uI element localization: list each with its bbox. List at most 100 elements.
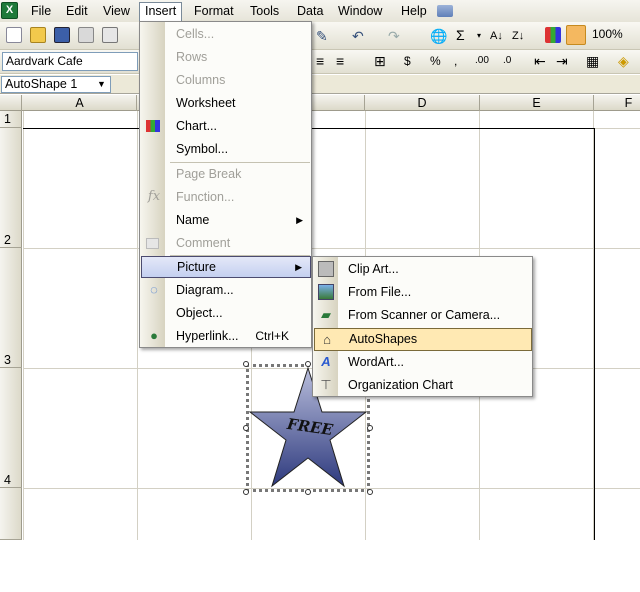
standard-toolbar: ✎ ↶ ↷ 🌐 Σ ▾ A↓ Z↓ 100% [0, 22, 640, 50]
function-icon: fx [147, 189, 161, 204]
menu-window[interactable]: Window [333, 2, 387, 20]
menu-item-label: From Scanner or Camera... [348, 308, 501, 322]
menu-file[interactable]: File [26, 2, 56, 20]
align-center-icon[interactable]: ≡ [316, 53, 324, 69]
submenu-item-clip-art[interactable]: Clip Art... [314, 258, 532, 281]
scanner-icon: ▰ [321, 307, 331, 322]
print-icon[interactable] [102, 27, 118, 43]
submenu-arrow-icon: ▶ [295, 262, 302, 272]
permission-icon[interactable] [78, 27, 94, 43]
open-folder-icon[interactable] [30, 27, 46, 43]
drawing-toolbar-icon[interactable] [566, 25, 586, 45]
decrease-indent-icon[interactable]: ⇤ [534, 53, 546, 69]
org-chart-icon: ⊤ [320, 377, 332, 392]
submenu-item-autoshapes[interactable]: ⌂ AutoShapes [314, 328, 532, 351]
menu-item-object[interactable]: Object... [141, 302, 311, 324]
menu-item-label: Hyperlink... [176, 329, 239, 343]
wordart-icon: A [321, 354, 331, 369]
row-header-5[interactable] [0, 488, 22, 540]
menu-item-label: Worksheet [176, 96, 236, 110]
menu-item-symbol[interactable]: Symbol... [141, 138, 311, 160]
comma-style-icon[interactable]: , [454, 53, 457, 69]
resize-handle[interactable] [305, 489, 311, 495]
font-name-box[interactable]: Aardvark Cafe [2, 52, 138, 71]
column-header-d[interactable]: D [365, 95, 480, 111]
resize-handle[interactable] [367, 425, 373, 431]
menu-item-label: Page Break [176, 167, 242, 181]
column-headers: A B C D E F [0, 95, 640, 111]
menu-item-hyperlink[interactable]: ● Hyperlink... Ctrl+K [141, 325, 311, 347]
submenu-item-scanner[interactable]: ▰ From Scanner or Camera... [314, 304, 532, 327]
column-header-f[interactable]: F [594, 95, 640, 111]
merge-center-icon[interactable]: ⊞ [374, 53, 386, 69]
help-assistant-icon[interactable] [437, 5, 453, 17]
menu-item-label: Chart... [176, 119, 217, 133]
zoom-box[interactable]: 100% [590, 26, 638, 45]
menu-item-columns[interactable]: Columns [141, 69, 311, 91]
align-right-icon[interactable]: ≡ [336, 53, 344, 69]
format-painter-icon[interactable]: ✎ [316, 28, 328, 44]
sort-descending-icon[interactable]: Z↓ [512, 28, 524, 44]
fill-color-icon[interactable]: ◈ [618, 53, 629, 69]
select-all-corner[interactable] [0, 95, 22, 111]
menu-item-cells[interactable]: Cells... [141, 23, 311, 45]
menu-data[interactable]: Data [292, 2, 328, 20]
submenu-item-wordart[interactable]: A WordArt... [314, 351, 532, 374]
row-header-2[interactable]: 2 [0, 128, 22, 248]
menu-tools[interactable]: Tools [245, 2, 284, 20]
row-header-3[interactable]: 3 [0, 248, 22, 368]
new-document-icon[interactable] [6, 27, 22, 43]
menu-format[interactable]: Format [189, 2, 239, 20]
menu-insert[interactable]: Insert [139, 2, 183, 22]
resize-handle[interactable] [243, 361, 249, 367]
menu-view[interactable]: View [98, 2, 135, 20]
menu-item-rows[interactable]: Rows [141, 46, 311, 68]
name-box-dropdown-icon[interactable]: ▼ [94, 77, 109, 92]
borders-icon[interactable]: ▦ [586, 53, 599, 69]
undo-icon[interactable]: ↶ [352, 28, 364, 44]
increase-indent-icon[interactable]: ⇥ [556, 53, 568, 69]
chart-wizard-icon[interactable] [545, 27, 561, 43]
column-header-e[interactable]: E [480, 95, 594, 111]
autosum-icon[interactable]: Σ [456, 27, 465, 43]
hyperlink-icon: ● [150, 328, 158, 343]
excel-app-icon[interactable]: X [1, 2, 18, 19]
chart-icon [146, 120, 160, 132]
submenu-arrow-icon: ▶ [296, 215, 303, 225]
increase-decimal-icon[interactable]: .00 [475, 53, 489, 69]
comment-icon [146, 238, 159, 249]
row-header-1[interactable]: 1 [0, 111, 22, 128]
resize-handle[interactable] [367, 489, 373, 495]
menu-item-diagram[interactable]: ◌ Diagram... [141, 279, 311, 301]
column-header-a[interactable]: A [23, 95, 137, 111]
resize-handle[interactable] [243, 489, 249, 495]
submenu-item-from-file[interactable]: From File... [314, 281, 532, 304]
picture-file-icon [318, 284, 334, 300]
menu-item-worksheet[interactable]: Worksheet [141, 92, 311, 114]
menu-edit[interactable]: Edit [61, 2, 93, 20]
row-header-4[interactable]: 4 [0, 368, 22, 488]
submenu-item-org-chart[interactable]: ⊤ Organization Chart [314, 374, 532, 397]
menu-item-label: Picture [177, 260, 216, 274]
menu-item-function[interactable]: fx Function... [141, 186, 311, 208]
menu-item-page-break[interactable]: Page Break [141, 163, 311, 185]
menu-item-name[interactable]: Name ▶ [141, 209, 311, 231]
decrease-decimal-icon[interactable]: .0 [503, 53, 511, 69]
insert-hyperlink-icon[interactable]: 🌐 [430, 28, 447, 44]
resize-handle[interactable] [243, 425, 249, 431]
currency-icon[interactable]: $ [404, 53, 411, 69]
menu-item-label: Rows [176, 50, 208, 64]
menu-help[interactable]: Help [396, 2, 432, 20]
menu-item-label: Diagram... [176, 283, 234, 297]
sort-ascending-icon[interactable]: A↓ [490, 28, 503, 44]
menu-item-comment[interactable]: Comment [141, 232, 311, 254]
percent-icon[interactable]: % [430, 53, 441, 69]
resize-handle[interactable] [305, 361, 311, 367]
autosum-dropdown-icon[interactable]: ▾ [477, 28, 481, 44]
menu-item-label: Object... [176, 306, 223, 320]
formula-bar: AutoShape 1 ▼ [0, 75, 640, 94]
redo-icon[interactable]: ↷ [388, 28, 400, 44]
menu-item-picture[interactable]: Picture ▶ [141, 256, 311, 278]
menu-item-chart[interactable]: Chart... [141, 115, 311, 137]
save-icon[interactable] [54, 27, 70, 43]
